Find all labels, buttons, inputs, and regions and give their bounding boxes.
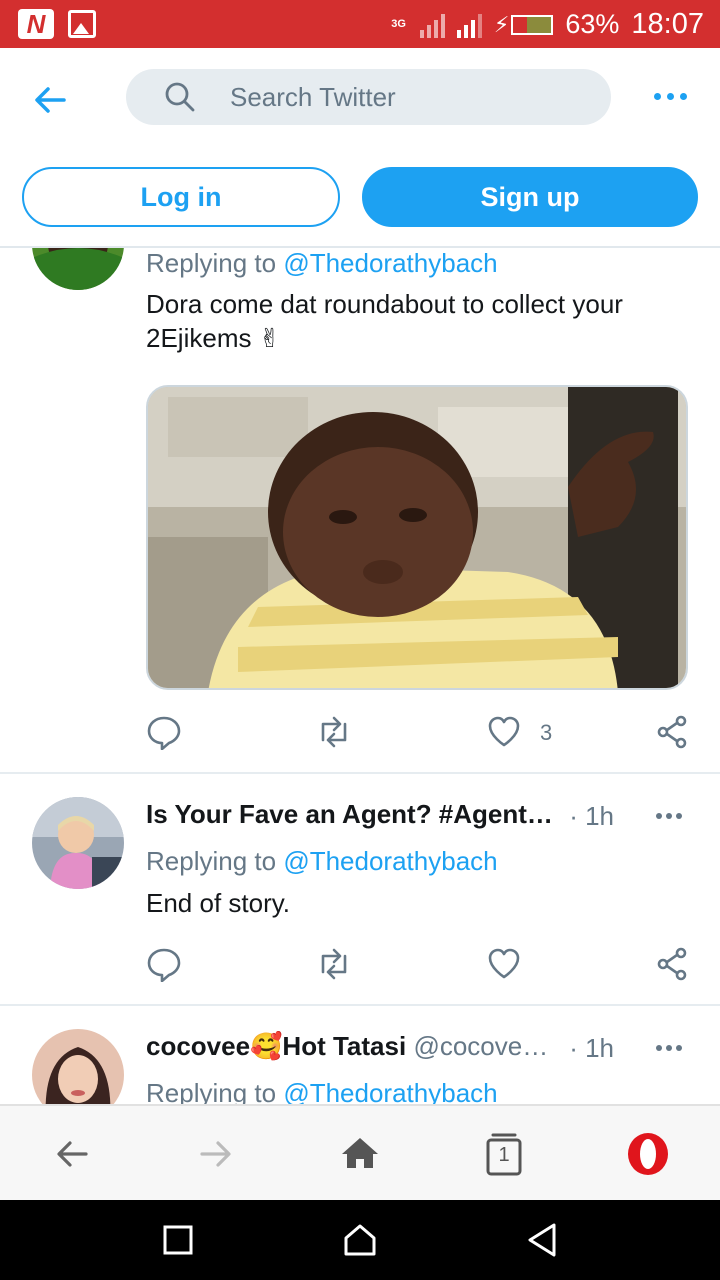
image-notification-icon xyxy=(68,10,96,38)
battery-icon: ⚡ xyxy=(493,11,554,38)
back-icon[interactable] xyxy=(48,1130,96,1178)
tweet-actions xyxy=(146,946,690,986)
avatar[interactable] xyxy=(32,1029,124,1104)
reply-prefix: Replying to xyxy=(146,248,284,278)
like-icon[interactable] xyxy=(486,714,522,750)
share-icon[interactable] xyxy=(654,714,690,750)
reply-prefix: Replying to xyxy=(146,1078,284,1104)
opera-icon[interactable] xyxy=(624,1130,672,1178)
search-icon xyxy=(164,81,196,113)
battery-percent: 63% xyxy=(565,9,620,39)
tweet-actions: 3 xyxy=(146,714,690,754)
retweet-icon[interactable] xyxy=(314,946,354,982)
tweet-time: · 1h xyxy=(569,801,614,831)
signup-button[interactable]: Sign up xyxy=(362,167,698,227)
retweet-icon[interactable] xyxy=(314,714,354,750)
reply-context: Replying to @Thedorathybach xyxy=(146,1078,498,1104)
reply-prefix: Replying to xyxy=(146,846,284,876)
signal-2-icon xyxy=(456,12,482,38)
tabs-icon[interactable]: 1 xyxy=(480,1130,528,1178)
battery-fill xyxy=(527,16,552,33)
reply-icon[interactable] xyxy=(146,946,182,983)
like-count: 3 xyxy=(540,720,553,745)
news-app-icon: N xyxy=(18,9,54,39)
system-nav-bar xyxy=(0,1200,720,1280)
login-button[interactable]: Log in xyxy=(22,167,340,227)
home-icon[interactable] xyxy=(336,1130,384,1178)
tweet-timeline: Replying to @Thedorathybach Dora come da… xyxy=(0,248,720,1104)
reply-context: Replying to @Thedorathybach xyxy=(146,248,498,279)
reply-mention-link[interactable]: @Thedorathybach xyxy=(283,1078,497,1104)
twitter-header: Log in Sign up xyxy=(0,48,720,248)
signal-icon xyxy=(419,12,445,38)
back-icon[interactable] xyxy=(522,1220,562,1260)
charging-icon: ⚡ xyxy=(493,11,510,37)
tweet-text: End of story. xyxy=(146,888,291,918)
network-type: 3G xyxy=(391,18,406,30)
author-handle[interactable]: @cocove… xyxy=(413,1031,548,1061)
status-bar: N 3G ⚡ 63% 18:07 xyxy=(0,0,720,48)
avatar[interactable] xyxy=(32,797,124,889)
reply-mention-link[interactable]: @Thedorathybach xyxy=(283,846,497,876)
reply-context: Replying to @Thedorathybach xyxy=(146,846,498,877)
tweet-more-icon[interactable] xyxy=(656,811,684,821)
notification-icons: N xyxy=(18,9,96,39)
tweet-time: · 1h xyxy=(569,1033,614,1063)
reply-mention-link[interactable]: @Thedorathybach xyxy=(283,248,497,278)
reply-icon[interactable] xyxy=(146,714,182,751)
tweet-text: Dora come dat roundabout to collect your… xyxy=(146,287,623,355)
clock: 18:07 xyxy=(631,8,704,40)
tweet-text-line: 2Ejikems ✌ xyxy=(146,323,281,353)
recents-icon[interactable] xyxy=(158,1220,198,1260)
author-name[interactable]: cocovee🥰Hot Tatasi xyxy=(146,1031,406,1061)
tweet-media-image[interactable] xyxy=(146,385,688,690)
tweet-more-icon[interactable] xyxy=(656,1043,684,1053)
system-indicators: 3G ⚡ 63% 18:07 xyxy=(391,8,704,41)
like-icon[interactable] xyxy=(486,946,522,982)
search-input[interactable] xyxy=(230,69,590,125)
share-icon[interactable] xyxy=(654,946,690,982)
forward-icon[interactable] xyxy=(192,1130,240,1178)
browser-toolbar: 1 xyxy=(0,1104,720,1200)
search-bar[interactable] xyxy=(126,69,611,125)
back-arrow-icon[interactable] xyxy=(28,78,72,122)
home-icon[interactable] xyxy=(340,1220,380,1260)
tweet-text-line: Dora come dat roundabout to collect your xyxy=(146,289,623,319)
divider xyxy=(0,1004,720,1006)
more-options-icon[interactable] xyxy=(654,88,690,104)
divider xyxy=(0,772,720,774)
tab-count: 1 xyxy=(498,1144,510,1166)
avatar[interactable] xyxy=(32,248,124,290)
author-name[interactable]: Is Your Fave an Agent? #Agent… xyxy=(146,799,553,829)
